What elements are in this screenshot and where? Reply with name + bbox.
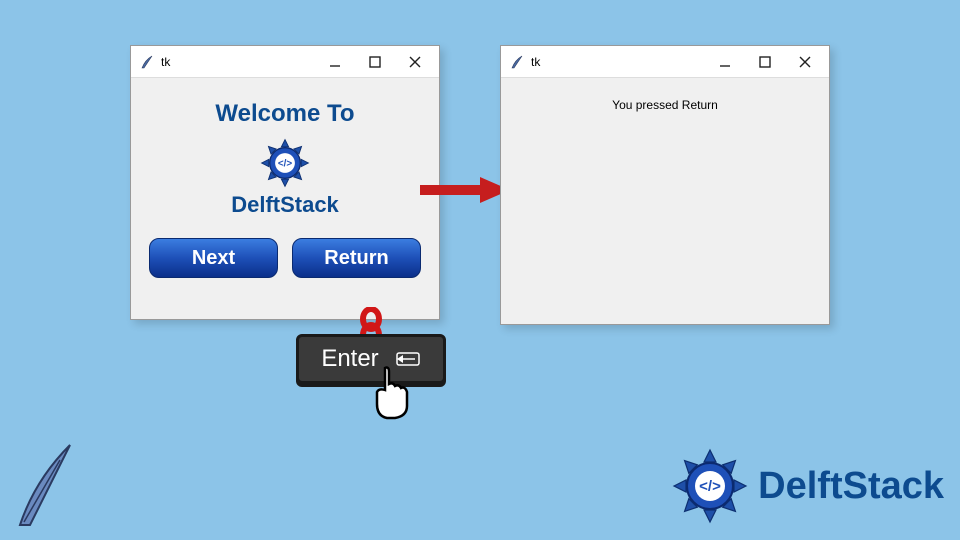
maximize-button[interactable]	[355, 48, 395, 76]
delftstack-gear-icon: </>	[670, 446, 750, 526]
tk-feather-icon	[509, 54, 525, 70]
tk-feather-icon	[139, 54, 155, 70]
brand-logo-group: </> DelftStack	[141, 136, 429, 218]
tkinter-window-before: tk Welcome To	[130, 45, 440, 320]
hand-cursor-icon	[365, 362, 419, 422]
tk-feather-large-icon	[10, 440, 80, 530]
maximize-button[interactable]	[745, 48, 785, 76]
window-title: tk	[531, 55, 540, 69]
delftstack-gear-icon: </>	[258, 136, 312, 190]
titlebar: tk	[501, 46, 829, 78]
window-title: tk	[161, 55, 170, 69]
return-button[interactable]: Return	[292, 238, 421, 278]
close-button[interactable]	[395, 48, 435, 76]
brand-name-text: DelftStack	[231, 192, 339, 218]
close-button[interactable]	[785, 48, 825, 76]
minimize-button[interactable]	[315, 48, 355, 76]
result-message: You pressed Return	[511, 98, 819, 112]
svg-text:</>: </>	[278, 159, 293, 170]
arrow-right-icon	[420, 175, 510, 205]
window-body: You pressed Return	[501, 78, 829, 122]
next-button[interactable]: Next	[149, 238, 278, 278]
titlebar: tk	[131, 46, 439, 78]
svg-text:</>: </>	[699, 478, 721, 495]
minimize-button[interactable]	[705, 48, 745, 76]
button-row: Next Return	[141, 238, 429, 278]
delftstack-watermark-text: DelftStack	[758, 465, 944, 508]
window-body: Welcome To	[131, 78, 439, 288]
delftstack-watermark: </> DelftStack	[670, 446, 944, 526]
welcome-heading: Welcome To	[141, 100, 429, 128]
tkinter-window-after: tk You pressed Return	[500, 45, 830, 325]
